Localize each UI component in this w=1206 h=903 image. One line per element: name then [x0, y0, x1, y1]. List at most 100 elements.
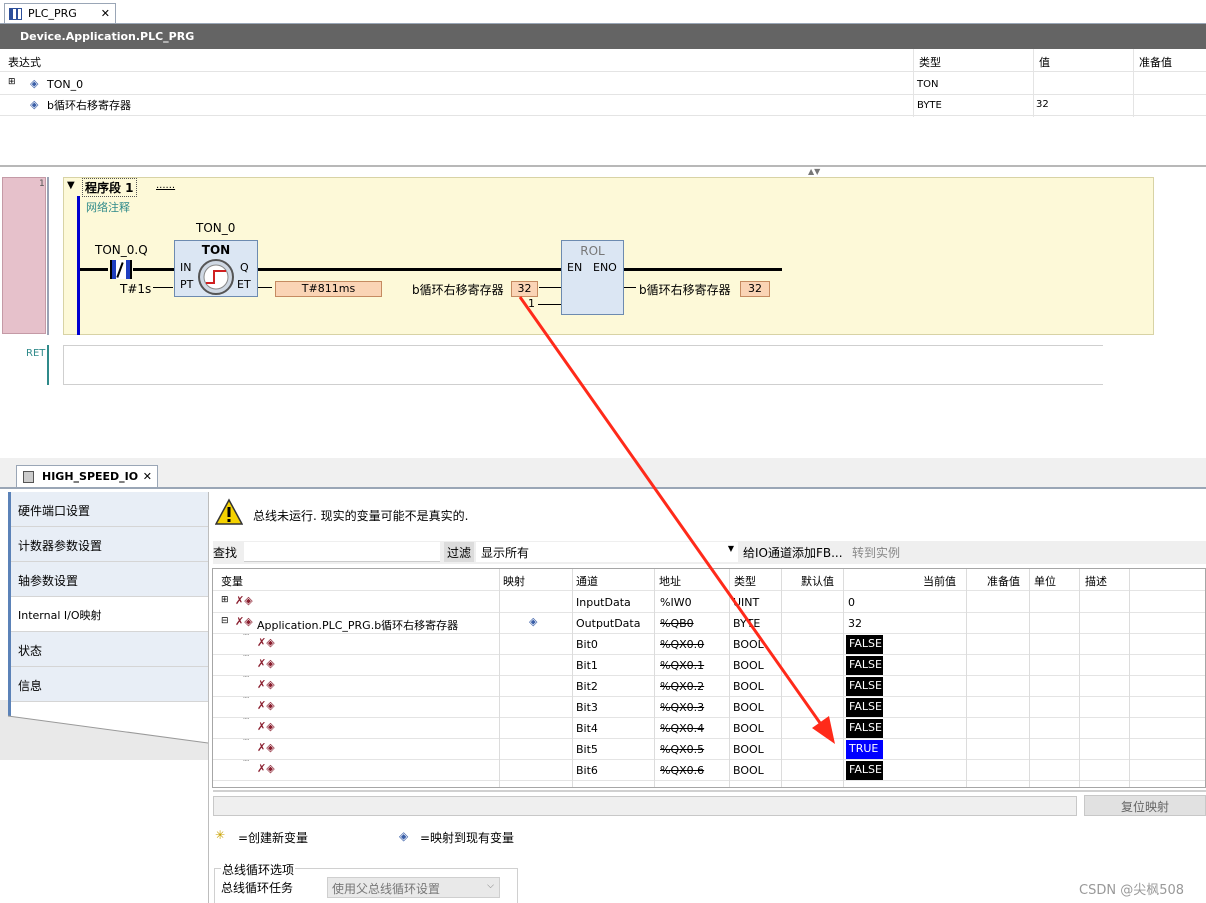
close-icon[interactable]: ✕ [101, 7, 110, 20]
collapse-icon[interactable]: ▼ [67, 180, 75, 191]
bus-cycle-task-select[interactable]: 使用父总线循环设置 ⌵ [327, 877, 500, 898]
bus-cycle-group-label: 总线循环选项 [221, 861, 296, 878]
table-row[interactable]: ┈ ✗◈ Bit4 %QX0.4 BOOL FALSE [213, 714, 1205, 739]
watch-col-prepared[interactable]: 准备值 [1139, 54, 1172, 70]
table-row[interactable]: ┈ ✗◈ Bit3 %QX0.3 BOOL FALSE [213, 693, 1205, 718]
col-type[interactable]: 类型 [734, 573, 756, 589]
sidebar-item-counter[interactable]: 计数器参数设置 [8, 527, 208, 562]
legend-new-variable: =创建新变量 [238, 831, 309, 845]
table-row[interactable]: ┈ ✗◈ Bit0 %QX0.0 BOOL FALSE [213, 630, 1205, 655]
col-description[interactable]: 描述 [1085, 573, 1107, 589]
network-label[interactable]: ...... [156, 180, 175, 191]
tab-plc-prg[interactable]: PLC_PRG ✕ [4, 3, 116, 23]
cell-current: 32 [848, 617, 862, 630]
network-comment[interactable]: 网络注释 [86, 199, 130, 215]
table-row[interactable]: ⊞ ✗◈ InputData %IW0 UINT 0 [213, 592, 1205, 613]
sidebar-item-status[interactable]: 状态 [8, 632, 208, 667]
ton-instance-name[interactable]: TON_0 [196, 221, 235, 235]
cell-address[interactable]: %QB0 [660, 617, 694, 630]
device-icon [23, 470, 34, 483]
cell-address[interactable]: %IW0 [660, 596, 692, 609]
col-unit[interactable]: 单位 [1034, 573, 1056, 589]
chevron-down-icon: ▼ [727, 544, 734, 553]
contact-variable[interactable]: TON_0.Q [95, 243, 148, 257]
watch-col-expression[interactable]: 表达式 [8, 54, 41, 70]
bus-cycle-task-value: 使用父总线循环设置 [332, 882, 441, 896]
cell-address[interactable]: %QX0.5 [660, 743, 704, 756]
wire [624, 287, 636, 288]
rol-n-value[interactable]: 1 [528, 297, 535, 310]
network-title[interactable]: 程序段 1 [82, 178, 137, 197]
fb-instance-icon: ◈ [30, 77, 39, 90]
sidebar-item-hw-port[interactable]: 硬件端口设置 [8, 492, 208, 527]
cell-address[interactable]: %QX0.3 [660, 701, 704, 714]
rol-out-value[interactable]: 32 [740, 281, 770, 297]
table-row[interactable]: ┈ ✗◈ Bit1 %QX0.1 BOOL FALSE [213, 651, 1205, 676]
reset-mapping-button[interactable]: 复位映射 [1084, 795, 1206, 816]
variable-icon: ✗◈ [257, 720, 275, 733]
watch-col-type[interactable]: 类型 [919, 54, 941, 70]
rol-out-variable[interactable]: b循环右移寄存器 [639, 281, 731, 298]
sidebar-item-info[interactable]: 信息 [8, 667, 208, 702]
cell-address[interactable]: %QX0.2 [660, 680, 704, 693]
pt-value[interactable]: T#1s [120, 282, 151, 296]
divider [729, 569, 730, 787]
wire [624, 268, 782, 271]
sidebar-item-label: 计数器参数设置 [18, 539, 103, 553]
wire [539, 287, 561, 288]
watch-col-value[interactable]: 值 [1039, 54, 1050, 70]
rol-in-value[interactable]: 32 [511, 281, 538, 297]
table-row[interactable]: ┈ ✗◈ Bit2 %QX0.2 BOOL FALSE [213, 672, 1205, 697]
col-variable[interactable]: 变量 [221, 573, 243, 589]
filter-value: 显示所有 [481, 546, 530, 560]
cell-address[interactable]: %QX0.0 [660, 638, 704, 651]
cell-type: BOOL [733, 722, 764, 735]
sidebar-item-axis[interactable]: 轴参数设置 [8, 562, 208, 597]
expand-icon[interactable]: ⊞ [8, 77, 16, 87]
ton-title: TON [201, 243, 231, 257]
wire [258, 268, 562, 271]
sidebar-item-label: 轴参数设置 [18, 574, 79, 588]
col-current[interactable]: 当前值 [923, 573, 956, 589]
col-channel[interactable]: 通道 [576, 573, 598, 589]
ton-block[interactable]: TON IN PT Q ET [174, 240, 258, 297]
add-fb-button[interactable]: 给IO通道添加FB... [743, 544, 843, 561]
cell-address[interactable]: %QX0.6 [660, 764, 704, 777]
cell-address[interactable]: %QX0.1 [660, 659, 704, 672]
rol-in-variable[interactable]: b循环右移寄存器 [412, 281, 504, 298]
bool-value-badge: FALSE [846, 635, 883, 654]
rol-eno-pin: ENO [593, 261, 617, 274]
ret-label: RET [26, 348, 46, 359]
find-input[interactable] [244, 542, 440, 562]
variable-icon: ✗◈ [257, 657, 275, 670]
goto-instance-button[interactable]: 转到实例 [852, 544, 900, 561]
program-icon [9, 7, 22, 20]
cell-address[interactable]: %QX0.4 [660, 722, 704, 735]
splitter-handle-icon[interactable]: ▲▼ [808, 167, 820, 176]
filter-select[interactable]: 显示所有 ▼ [476, 542, 738, 562]
close-icon[interactable]: ✕ [143, 470, 152, 483]
col-mapping[interactable]: 映射 [503, 573, 525, 589]
sidebar-item-label: 信息 [18, 679, 43, 693]
scrollbar[interactable] [213, 790, 1206, 792]
contact-icon[interactable] [110, 260, 132, 279]
divider [1029, 569, 1030, 787]
table-row[interactable]: ⊟ ✗◈ ◈ Application.PLC_PRG.b循环右移寄存器 OutputDa… [213, 613, 1205, 634]
watch-row[interactable]: ◈ b循环右移寄存器 BYTE 32 [0, 95, 1206, 116]
divider [966, 569, 967, 787]
editor-title: Device.Application.PLC_PRG [0, 24, 1206, 49]
expand-icon[interactable]: ⊞ [221, 595, 229, 605]
table-row[interactable]: ┈ ✗◈ Bit6 %QX0.6 BOOL FALSE [213, 756, 1205, 781]
sidebar-item-io-mapping[interactable]: Internal I/O映射 [8, 597, 208, 632]
rol-block[interactable]: ROL EN ENO [561, 240, 624, 315]
tab-high-speed-io[interactable]: HIGH_SPEED_IO ✕ [16, 465, 158, 487]
col-address[interactable]: 地址 [659, 573, 681, 589]
table-row[interactable]: ┈ ✗◈ Bit5 %QX0.5 BOOL TRUE [213, 735, 1205, 760]
cell-variable[interactable]: Application.PLC_PRG.b循环右移寄存器 [257, 617, 458, 633]
et-value[interactable]: T#811ms [275, 281, 382, 297]
col-prepared[interactable]: 准备值 [987, 573, 1020, 589]
watch-row[interactable]: ⊞ ◈ TON_0 TON [0, 74, 1206, 95]
col-default[interactable]: 默认值 [801, 573, 834, 589]
collapse-icon[interactable]: ⊟ [221, 616, 229, 626]
divider [1129, 569, 1130, 787]
